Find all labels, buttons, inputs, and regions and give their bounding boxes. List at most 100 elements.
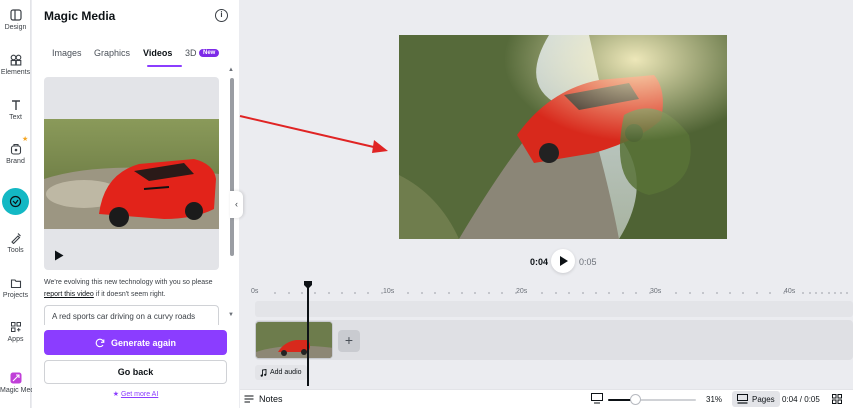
left-rail: Design Elements Text Brand ★ Tools Proje… bbox=[0, 0, 40, 408]
ruler-dot bbox=[729, 292, 731, 294]
rail-item-elements[interactable]: Elements bbox=[0, 54, 31, 76]
editor-app: Design Elements Text Brand ★ Tools Proje… bbox=[0, 0, 853, 408]
timeline-tick: 20s bbox=[516, 288, 528, 295]
ruler-dot bbox=[840, 292, 843, 294]
ruler-dot bbox=[755, 292, 758, 294]
get-more-ai[interactable]: ★ Get more AI bbox=[32, 390, 239, 398]
timeline-tick: 10s bbox=[383, 288, 395, 295]
ruler-dot bbox=[675, 292, 678, 294]
ruler-dot bbox=[420, 292, 423, 294]
add-clip-button[interactable]: + bbox=[338, 330, 360, 352]
rail-label: Design bbox=[4, 24, 27, 31]
timeline-tick: 40s bbox=[784, 288, 796, 295]
panel-scrollbar[interactable] bbox=[230, 78, 234, 256]
new-badge: New bbox=[199, 49, 220, 57]
notes-icon bbox=[244, 395, 254, 403]
report-video-link[interactable]: report this video bbox=[44, 291, 94, 298]
prompt-field[interactable]: A red sports car driving on a curvy road… bbox=[44, 305, 219, 325]
rail-item-apps[interactable]: Apps bbox=[0, 321, 31, 343]
go-back-button[interactable]: Go back bbox=[44, 360, 227, 384]
rail-item-projects[interactable]: Projects bbox=[0, 277, 31, 299]
ruler-dot bbox=[327, 292, 330, 294]
design-icon bbox=[9, 9, 22, 21]
tools-icon bbox=[10, 233, 21, 244]
ruler-dot bbox=[821, 292, 824, 294]
tab-graphics[interactable]: Graphics bbox=[94, 48, 130, 58]
presentation-view-icon[interactable] bbox=[591, 393, 603, 404]
play-icon bbox=[560, 256, 568, 266]
rail-label: Tools bbox=[7, 247, 24, 254]
rail-item-brand[interactable]: Brand bbox=[0, 143, 31, 165]
scroll-up-icon[interactable]: ▲ bbox=[228, 67, 234, 73]
add-audio-button[interactable]: Add audio bbox=[255, 365, 307, 380]
notes-label: Notes bbox=[259, 394, 283, 404]
ruler-dot bbox=[314, 292, 317, 294]
tab-3d[interactable]: 3D bbox=[185, 48, 197, 58]
video-canvas[interactable] bbox=[399, 35, 727, 239]
rail-item-magic-media-active[interactable] bbox=[2, 188, 29, 215]
get-more-ai-link[interactable]: Get more AI bbox=[121, 391, 158, 398]
ruler-dot bbox=[702, 292, 705, 294]
rail-item-magic-media[interactable]: Magic Media bbox=[0, 372, 40, 394]
grid-view-icon[interactable] bbox=[832, 394, 842, 404]
zoom-slider-thumb[interactable] bbox=[630, 394, 642, 405]
bottom-bar: Notes 31% Pages 0:04 / 0:05 bbox=[240, 389, 853, 408]
ruler-dot bbox=[782, 292, 785, 294]
ruler-dot bbox=[833, 292, 836, 294]
collapse-panel-button[interactable]: ‹ bbox=[230, 191, 243, 218]
refresh-icon bbox=[95, 338, 105, 347]
ruler-dot bbox=[514, 292, 517, 294]
ruler-dot bbox=[802, 292, 805, 294]
pages-button[interactable]: Pages bbox=[732, 391, 780, 407]
tab-videos[interactable]: Videos bbox=[143, 48, 172, 58]
apps-icon bbox=[10, 322, 21, 332]
media-tabs: Images Graphics Videos 3D New bbox=[44, 48, 234, 68]
rail-item-tools[interactable]: Tools bbox=[0, 232, 31, 254]
ruler-dot bbox=[340, 292, 343, 294]
ruler-dot bbox=[595, 292, 597, 294]
panel-title: Magic Media bbox=[44, 9, 116, 23]
ruler-dot bbox=[461, 292, 463, 294]
ruler-dot bbox=[688, 292, 691, 294]
page-time-readout: 0:04 / 0:05 bbox=[782, 395, 820, 404]
note-text: We're evolving this new technology with … bbox=[44, 279, 213, 286]
feedback-note: We're evolving this new technology with … bbox=[44, 277, 229, 301]
scroll-down-icon[interactable]: ▼ bbox=[228, 312, 234, 318]
generate-again-button[interactable]: Generate again bbox=[44, 330, 227, 355]
timeline-tick: 30s bbox=[650, 288, 662, 295]
magic-media-icon bbox=[10, 372, 21, 384]
ruler-dot bbox=[608, 292, 611, 294]
brand-icon bbox=[10, 143, 21, 155]
notes-button[interactable]: Notes bbox=[244, 394, 283, 404]
ruler-dot bbox=[808, 292, 811, 294]
ruler-dot bbox=[300, 292, 303, 294]
ruler-dot bbox=[846, 292, 849, 294]
generate-again-label: Generate again bbox=[110, 337, 177, 348]
rail-item-text[interactable]: Text bbox=[0, 99, 31, 121]
ruler-dot bbox=[554, 292, 557, 294]
magic-media-active-icon bbox=[9, 195, 22, 208]
generated-video-preview[interactable] bbox=[44, 77, 219, 270]
playhead-handle[interactable] bbox=[304, 281, 312, 289]
ruler-dot bbox=[447, 292, 450, 294]
playhead[interactable] bbox=[307, 284, 309, 386]
play-icon[interactable] bbox=[54, 250, 64, 261]
music-note-icon bbox=[260, 368, 267, 377]
text-icon bbox=[11, 100, 20, 110]
active-tab-indicator bbox=[147, 65, 182, 67]
ruler-dot bbox=[287, 292, 290, 294]
tab-images[interactable]: Images bbox=[52, 48, 82, 58]
ruler-dot bbox=[814, 292, 817, 294]
rail-label: Elements bbox=[0, 69, 31, 76]
ruler-dot bbox=[581, 292, 584, 294]
video-clip[interactable] bbox=[255, 321, 333, 359]
ruler-dot bbox=[434, 292, 437, 294]
rail-item-design[interactable]: Design bbox=[0, 9, 31, 31]
total-duration: 0:05 bbox=[579, 257, 597, 267]
play-button[interactable] bbox=[551, 249, 575, 273]
projects-icon bbox=[10, 279, 21, 289]
info-icon[interactable]: i bbox=[215, 9, 228, 22]
video-frame bbox=[399, 35, 727, 239]
clip-thumbnail bbox=[256, 322, 332, 358]
note-tail: if it doesn't seem right. bbox=[93, 291, 166, 298]
